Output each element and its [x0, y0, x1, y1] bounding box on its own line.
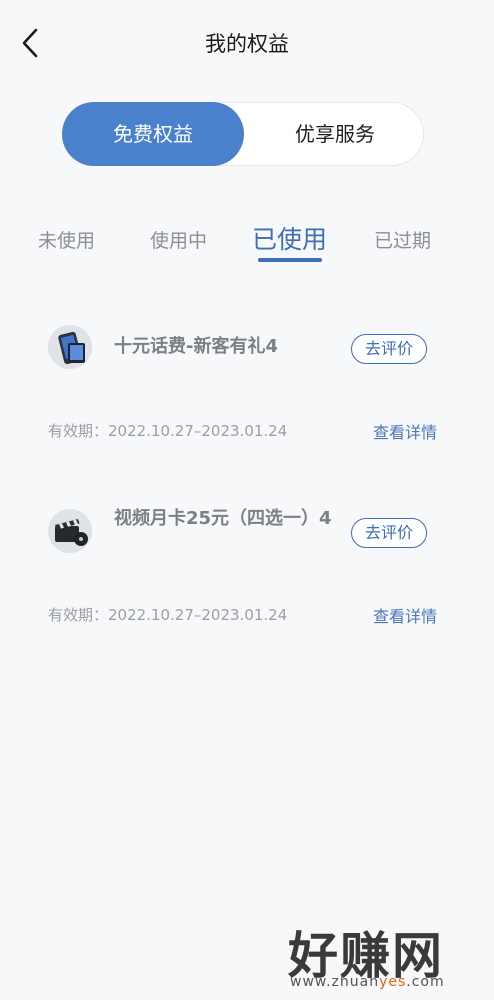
benefit-thumbnail	[48, 509, 92, 553]
benefit-type-switch: 免费权益 优享服务	[62, 102, 424, 166]
tab-expired[interactable]: 已过期	[374, 226, 431, 253]
tab-used[interactable]: 已使用	[252, 220, 327, 256]
view-details-link[interactable]: 查看详情	[373, 419, 437, 443]
view-details-link[interactable]: 查看详情	[373, 603, 437, 627]
phone-icon	[48, 325, 92, 369]
benefit-title: 视频月卡25元（四选一）4	[114, 508, 332, 529]
segment-premium-services[interactable]: 优享服务	[245, 102, 425, 166]
benefit-title: 十元话费-新客有礼4	[114, 336, 278, 357]
rate-button[interactable]: 去评价	[351, 518, 427, 548]
tab-unused[interactable]: 未使用	[38, 226, 95, 253]
page-title: 我的权益	[205, 32, 289, 56]
status-tabs: 未使用 使用中 已使用 已过期	[0, 218, 494, 268]
film-icon	[48, 509, 92, 553]
tab-in-use[interactable]: 使用中	[150, 226, 207, 253]
site-watermark: 好赚网 www.zhuanyes.com	[288, 916, 478, 992]
watermark-domain: www.zhuanyes.com	[290, 974, 445, 990]
benefit-thumbnail	[48, 325, 92, 369]
validity-period: 有效期：2022.10.27–2023.01.24	[48, 606, 288, 624]
rate-button[interactable]: 去评价	[351, 334, 427, 364]
header: 我的权益	[0, 0, 494, 86]
segment-free-benefits[interactable]: 免费权益	[62, 102, 244, 166]
validity-period: 有效期：2022.10.27–2023.01.24	[48, 422, 288, 440]
active-tab-indicator	[258, 258, 322, 262]
